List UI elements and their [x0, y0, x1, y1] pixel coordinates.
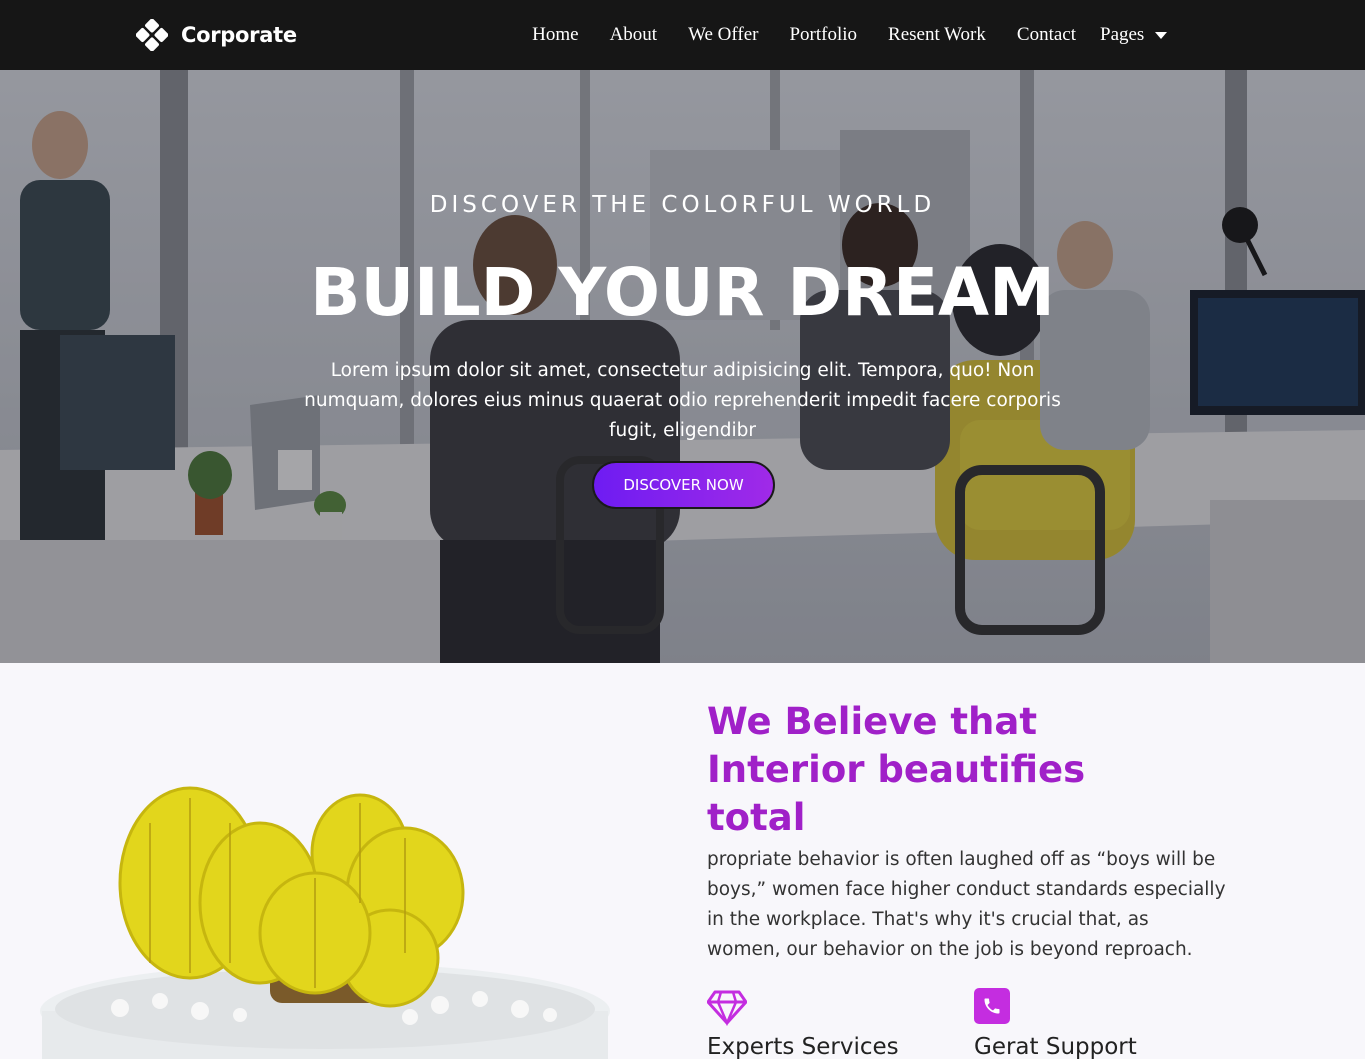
nav-link-we-offer[interactable]: We Offer: [688, 24, 758, 46]
diamond-icon: [707, 990, 747, 1026]
hero-section: Corporate Home About We Offer Portfolio …: [0, 0, 1365, 663]
hero-title: BUILD YOUR DREAM: [310, 254, 1055, 331]
nav-dropdown-pages-label: Pages: [1100, 24, 1145, 45]
feature-great-support: Gerat Support: [974, 988, 1137, 1059]
feature-title: Experts Services: [707, 1034, 899, 1059]
hero-description: Lorem ipsum dolor sit amet, consectetur …: [304, 360, 1061, 441]
feature-experts-services: Experts Services: [707, 988, 899, 1059]
about-section: We Believe that Interior beautifies tota…: [0, 663, 1365, 1059]
caret-down-icon: [1155, 31, 1168, 39]
diamond-cluster-logo-icon: [136, 19, 168, 51]
nav-link-contact[interactable]: Contact: [1017, 24, 1076, 46]
hero-subtitle: DISCOVER THE COLORFUL WORLD: [429, 192, 936, 218]
nav-link-home[interactable]: Home: [532, 24, 578, 46]
feature-title: Gerat Support: [974, 1034, 1137, 1059]
brand-logo-link[interactable]: Corporate: [136, 18, 297, 52]
nav-link-resent-work[interactable]: Resent Work: [888, 24, 986, 46]
hero-dark-overlay: [0, 0, 1365, 663]
nav-dropdown-pages[interactable]: Pages: [1100, 0, 1168, 70]
about-paragraph: propriate behavior is often laughed off …: [707, 849, 1226, 960]
top-navbar: Corporate Home About We Offer Portfolio …: [0, 0, 1365, 70]
nav-menu: Home About We Offer Portfolio Resent Wor…: [501, 0, 1076, 70]
nav-link-portfolio[interactable]: Portfolio: [789, 24, 857, 46]
brand-name: Corporate: [181, 23, 297, 47]
about-heading: We Believe that Interior beautifies tota…: [707, 700, 1086, 839]
phone-icon: [974, 988, 1010, 1024]
cactus-plant-image: [40, 786, 610, 1059]
nav-link-about[interactable]: About: [610, 24, 658, 46]
discover-now-button[interactable]: DISCOVER NOW: [592, 461, 775, 509]
